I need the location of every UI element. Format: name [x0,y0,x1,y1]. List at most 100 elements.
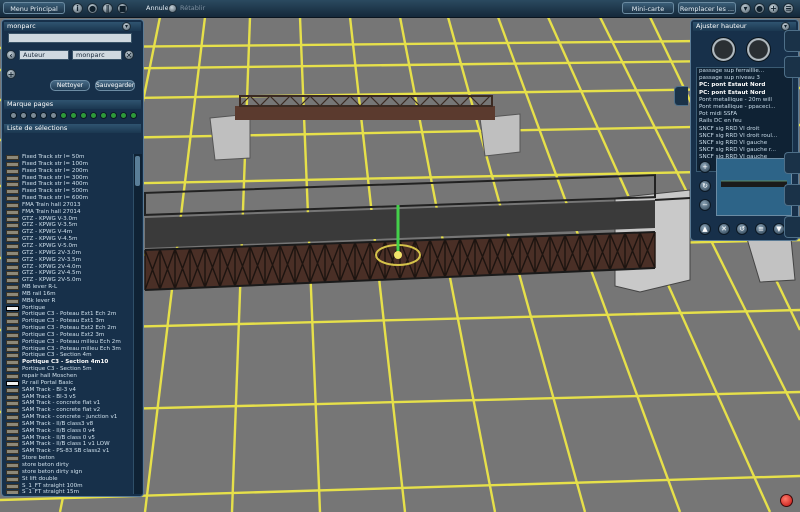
asset-list-item[interactable]: MB lever R-L [5,284,131,291]
rotate-icon[interactable]: ↻ [699,180,711,192]
camera-icon[interactable]: ● [87,3,98,14]
object-list-item[interactable]: SNCF sig RRD VI gauche r... [697,147,792,154]
asset-list-scrollbar[interactable] [133,154,142,494]
asset-list-item[interactable]: Rr rail Portal Basic [5,380,131,387]
zoom-in-icon[interactable]: + [699,161,711,173]
asset-list-item[interactable]: GTZ - KPWG V-3.0m [5,216,131,223]
object-list-item[interactable]: passage sup niveau 3 [697,75,792,82]
stop-icon[interactable]: ■ [117,3,128,14]
asset-list-item[interactable]: SAM Track - concrete flat v1 [5,400,131,407]
add-filter-icon[interactable]: + [6,69,16,79]
asset-list-item[interactable]: Store beton [5,455,131,462]
minimap-button[interactable]: Mini-carte [622,2,674,14]
asset-list-item[interactable]: SAM Track - II/B class 0 v4 [5,428,131,435]
eye-icon[interactable]: ● [754,3,765,14]
asset-list-item[interactable]: SAM Track - PS-83 SB class2 v1 [5,448,131,455]
asset-list-item[interactable]: MBk lever R [5,298,131,305]
add-icon[interactable]: + [768,3,779,14]
asset-list-item[interactable]: GTZ - KPWG V-3.5m [5,222,131,229]
object-list-item[interactable]: Rails DC en feu [697,118,792,125]
object-list-item[interactable]: Pot midi SSFA [697,111,792,118]
bookmark-slot[interactable] [100,112,107,119]
asset-list-item[interactable]: S_1_FT straight 100m [5,483,131,490]
asset-list-item[interactable]: Portique C3 - Section 5m [5,366,131,373]
object-list-item[interactable]: SNCF sig RRD VI droit [697,126,792,133]
asset-list-item[interactable]: FMA Train hall 27014 [5,209,131,216]
up-icon[interactable]: ▲ [699,223,711,235]
asset-list-item[interactable]: Fixed Track str l= 200m [5,168,131,175]
bookmark-slot[interactable] [10,112,17,119]
asset-list-item[interactable]: SAM Track - II/B class 1 v1 LOW [5,441,131,448]
terrain-tool-icon[interactable] [784,30,800,52]
replace-button[interactable]: Remplacer les ... [678,2,736,14]
object-list-item[interactable]: Pont metallique - ppaceci... [697,104,792,111]
object-list-item[interactable]: passage sup ferraillie... [697,68,792,75]
asset-list-item[interactable]: SAM Track - II/B class3 v8 [5,421,131,428]
asset-list-item[interactable]: Portique C3 - Poteau Ext2 Ech 2m [5,325,131,332]
asset-list-item[interactable]: GTZ - KPWG V-4m [5,229,131,236]
settings-icon[interactable]: ≡ [755,223,767,235]
wrench-tool-icon[interactable] [784,152,800,174]
asset-list-item[interactable]: GTZ - KPWG 2V-4.0m [5,264,131,271]
asset-list-item[interactable]: GTZ - KPWG V-5.0m [5,243,131,250]
asset-list-item[interactable]: Fixed Track str l= 500m [5,188,131,195]
asset-list-item[interactable]: store beton dirty sign [5,469,131,476]
bookmark-slot[interactable] [80,112,87,119]
asset-list-item[interactable]: Portique C3 - Poteau Ext1 Ech 2m [5,311,131,318]
clear-button[interactable]: Nettoyer [50,80,90,91]
asset-list-item[interactable]: Fixed Track str l= 50m [5,154,131,161]
filter-value-field[interactable]: monparc [72,50,122,60]
asset-list-item[interactable]: SAM Track - concrete flat v2 [5,407,131,414]
object-list-item[interactable]: PC: pont Estaut Nord [697,90,792,97]
asset-list-item[interactable]: Portique C3 - Poteau milieu Ech 3m [5,346,131,353]
filter-type-field[interactable]: Auteur [19,50,69,60]
object-list-item[interactable]: Pont metallique - 20m will [697,97,792,104]
asset-list-item[interactable]: repair hall Moschen [5,373,131,380]
bookmark-slot[interactable] [130,112,137,119]
asset-list-item[interactable]: SAM Track - II/B class 0 v5 [5,435,131,442]
asset-list-item[interactable]: GTZ - KPWG V-4.5m [5,236,131,243]
asset-list-item[interactable]: Portique C3 - Poteau Ext1 3m [5,318,131,325]
zoom-out-icon[interactable]: − [699,199,711,211]
asset-list-item[interactable]: Portique C3 - Section 4m [5,352,131,359]
bookmark-slot[interactable] [110,112,117,119]
asset-list-item[interactable]: Fixed Track str l= 100m [5,161,131,168]
asset-list-item[interactable]: GTZ - KPWG 2V-4.5m [5,270,131,277]
object-list-item[interactable]: PC: pont Estaut Nord [697,82,792,89]
asset-list-item[interactable]: MB rail 16m [5,291,131,298]
bookmark-slot[interactable] [20,112,27,119]
bookmark-slot[interactable] [40,112,47,119]
asset-list-item[interactable]: Portique C3 - Section 4m10 [5,359,131,366]
bookmark-slot[interactable] [90,112,97,119]
asset-list-item[interactable]: Portique C3 - Poteau milieu Ech 2m [5,339,131,346]
asset-list-item[interactable]: SAM Track - Bl-3 v4 [5,387,131,394]
rotation-gauge-icon[interactable] [746,37,771,62]
main-menu-button[interactable]: Menu Principal [3,2,65,14]
panel-toggle-icon[interactable] [674,86,688,106]
save-button[interactable]: Sauvegarder [95,80,135,91]
collapse-icon[interactable]: ▾ [122,22,131,31]
asset-list-item[interactable]: SAM Track - concrete - junction v1 [5,414,131,421]
asset-list-item[interactable]: GTZ - KPWG 2V-3.5m [5,257,131,264]
menu-icon[interactable]: ≡ [783,3,794,14]
asset-list-item[interactable]: GTZ - KPWG 2V-3.0m [5,250,131,257]
back-arrow-icon[interactable]: ‹ [6,50,16,60]
object-list-item[interactable]: SNCF sig RRD VI droit roul... [697,133,792,140]
cycle-icon[interactable]: ↺ [736,223,748,235]
object-list-item[interactable]: SNCF sig RRD VI gauche [697,140,792,147]
scrollbar-thumb[interactable] [135,156,140,186]
bookmark-slot[interactable] [120,112,127,119]
asset-list-item[interactable]: Fixed Track str l= 600m [5,195,131,202]
record-button[interactable] [780,494,793,507]
bookmark-slot[interactable] [70,112,77,119]
bookmark-slot[interactable] [60,112,67,119]
asset-list-item[interactable]: SAM Track - Bl-3 v5 [5,394,131,401]
dropdown-icon[interactable]: ▾ [740,3,751,14]
close-icon[interactable]: ✕ [718,223,730,235]
info-icon[interactable]: i [72,3,83,14]
clear-filter-icon[interactable]: ✕ [124,50,134,60]
asset-list-item[interactable]: Fixed Track str l= 300m [5,175,131,182]
info-tool-icon[interactable] [784,216,800,238]
search-input[interactable] [8,33,132,43]
asset-list-item[interactable]: S_1_FT straight 15m [5,489,131,494]
